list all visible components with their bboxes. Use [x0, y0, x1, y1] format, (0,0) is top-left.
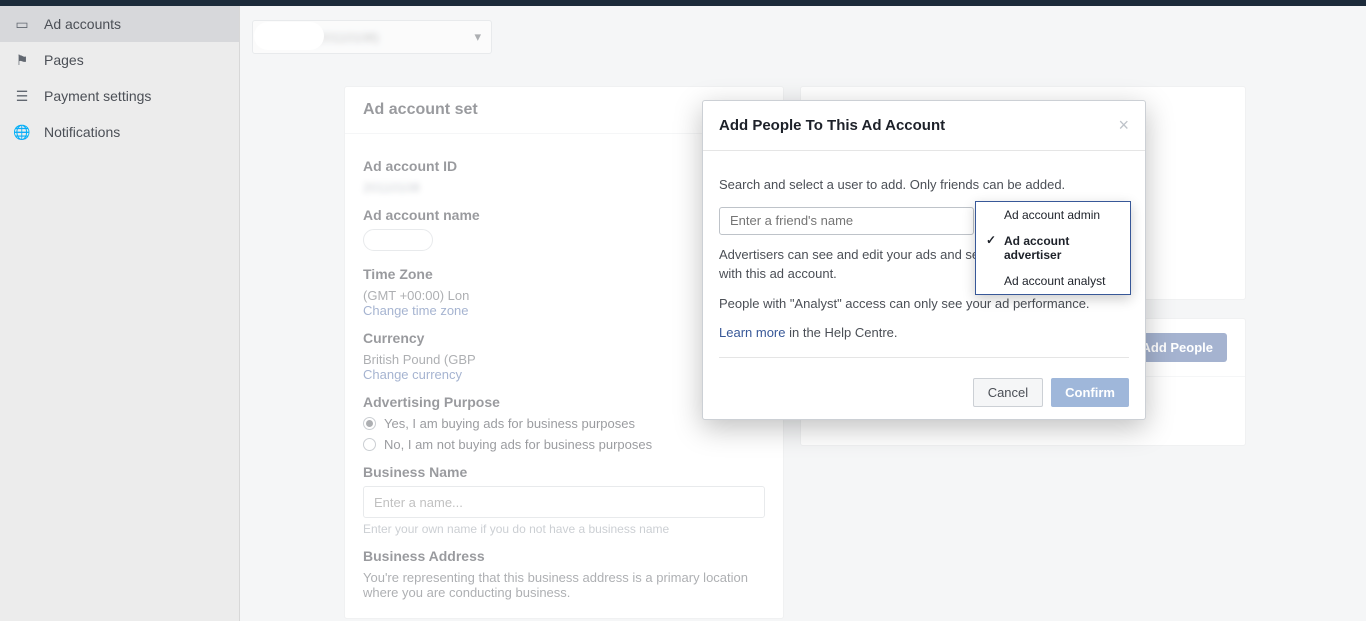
left-sidebar: ▭ Ad accounts ⚑ Pages ☰ Payment settings… [0, 6, 240, 621]
main-content: Account (20110108) ▾ Ad account set Ad a… [240, 6, 1366, 621]
sidebar-item-label: Payment settings [44, 88, 151, 104]
sidebar-item-payment-settings[interactable]: ☰ Payment settings [0, 78, 239, 114]
sidebar-item-label: Ad accounts [44, 16, 121, 32]
sidebar-item-ad-accounts[interactable]: ▭ Ad accounts [0, 6, 239, 42]
role-description-analyst: People with "Analyst" access can only se… [719, 294, 1129, 314]
modal-instructions: Search and select a user to add. Only fr… [719, 175, 1129, 195]
close-icon[interactable]: × [1118, 115, 1129, 136]
learn-more-link[interactable]: Learn more [719, 325, 785, 340]
sidebar-item-label: Notifications [44, 124, 120, 140]
help-centre-line: Learn more in the Help Centre. [719, 323, 1129, 343]
sidebar-item-pages[interactable]: ⚑ Pages [0, 42, 239, 78]
role-option-analyst[interactable]: Ad account analyst [976, 268, 1130, 294]
globe-icon: 🌐 [14, 124, 30, 140]
add-people-modal: Add People To This Ad Account × Search a… [702, 100, 1146, 420]
divider [719, 357, 1129, 358]
role-option-advertiser[interactable]: Ad account advertiser [976, 228, 1130, 268]
friend-search-input[interactable] [719, 207, 974, 235]
cancel-button[interactable]: Cancel [973, 378, 1043, 407]
role-dropdown-menu: Ad account admin Ad account advertiser A… [975, 201, 1131, 295]
sidebar-item-label: Pages [44, 52, 84, 68]
flag-icon: ⚑ [14, 52, 30, 68]
confirm-button[interactable]: Confirm [1051, 378, 1129, 407]
modal-title: Add People To This Ad Account [719, 117, 945, 134]
card-icon: ☰ [14, 88, 30, 104]
sidebar-item-notifications[interactable]: 🌐 Notifications [0, 114, 239, 150]
role-option-admin[interactable]: Ad account admin [976, 202, 1130, 228]
ad-accounts-icon: ▭ [14, 16, 30, 32]
